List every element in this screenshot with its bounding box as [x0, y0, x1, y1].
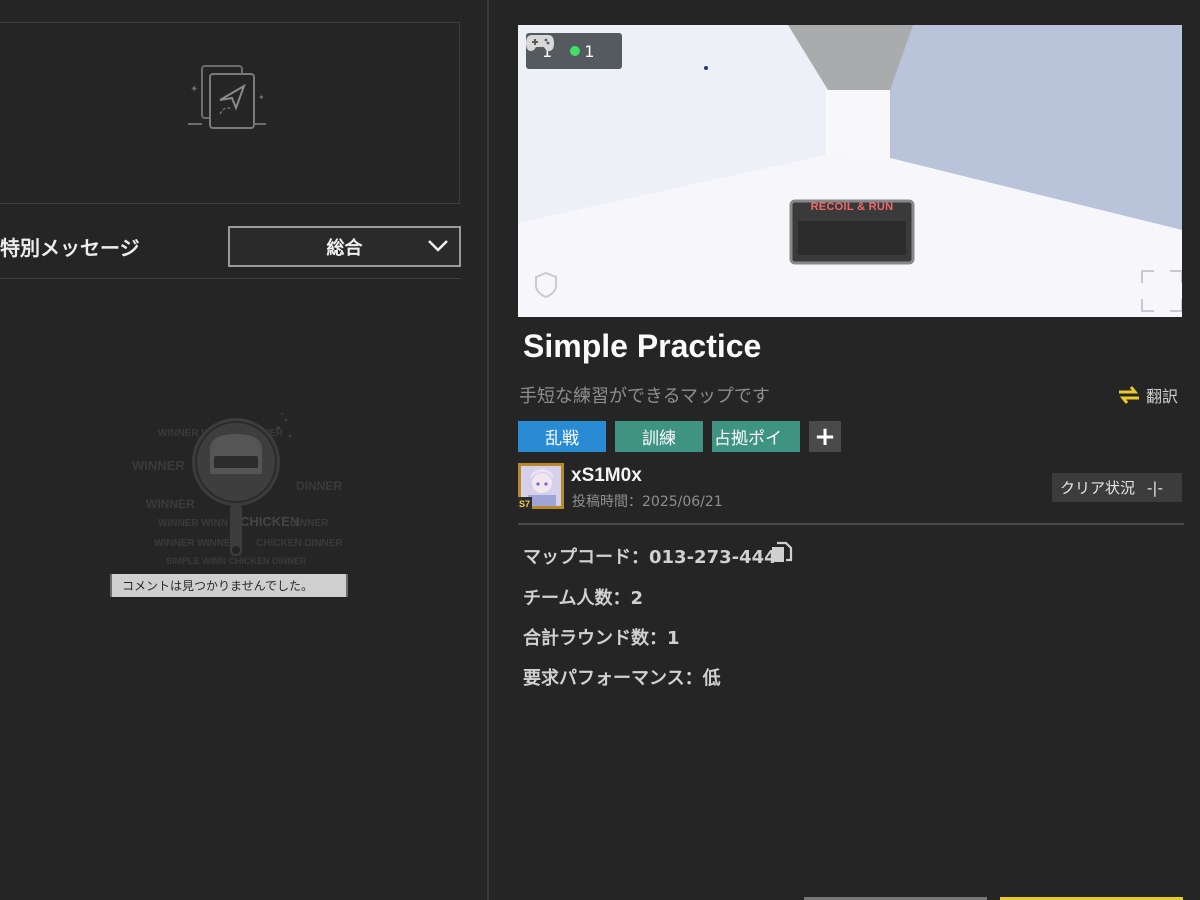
map-code: マップコード：013-273-444: [523, 547, 777, 568]
online-count: 1: [584, 41, 595, 61]
tag-chaos[interactable]: 乱戦: [518, 421, 606, 452]
left-divider: [0, 278, 461, 279]
clear-status-label: クリア状況: [1060, 479, 1136, 497]
add-tag-button[interactable]: +: [809, 421, 841, 452]
total-rounds: 合計ラウンド数：1: [523, 628, 680, 649]
filter-selected-value: 総合: [326, 237, 363, 259]
translate-label: 翻訳: [1146, 387, 1179, 406]
svg-text:✦: ✦: [190, 84, 198, 95]
info-divider: [518, 523, 1184, 525]
clear-status-value: -|-: [1147, 478, 1163, 497]
gamepad-icon: [526, 35, 554, 51]
paper-plane-card-icon: ✦ ✦: [188, 65, 266, 129]
map-title: Simple Practice: [523, 328, 762, 364]
season-badge: S7: [519, 499, 530, 509]
filter-dropdown[interactable]: 総合: [228, 226, 461, 267]
illustration-word-winner: WINNER: [132, 458, 185, 473]
author-avatar[interactable]: S7: [518, 463, 564, 509]
special-message-label: 特別メッセージ: [0, 236, 140, 260]
svg-text:SIMPLE WINN CHICKEN DINNER: SIMPLE WINN CHICKEN DINNER: [166, 556, 307, 566]
svg-text:DINNER: DINNER: [290, 518, 329, 529]
winner-chicken-pan-illustration: WINNER WINNER DINNER WINNER WINNER CHICK…: [132, 413, 343, 566]
author-name[interactable]: xS1M0x: [571, 465, 642, 487]
performance-requirement: 要求パフォーマンス：低: [523, 668, 721, 689]
online-dot-icon: [570, 46, 581, 56]
clear-status-button[interactable]: クリア状況 -|-: [1052, 473, 1182, 502]
no-comments-message: コメントは見つかりませんでした。: [110, 574, 348, 597]
post-time: 投稿時間：2025/06/21: [572, 494, 723, 510]
illustration-word-winner-2: WINNER: [146, 497, 195, 511]
chevron-down-icon: [428, 240, 448, 252]
tag-training[interactable]: 訓練: [615, 421, 703, 452]
translate-button[interactable]: 翻訳: [1116, 383, 1178, 407]
svg-text:WINNER WINN: WINNER WINN: [158, 518, 228, 529]
map-preview[interactable]: 1 1 RECOIL & RUN: [518, 25, 1182, 317]
svg-text:✦: ✦: [258, 93, 265, 102]
player-count-badge: 1 1: [526, 33, 622, 69]
preview-sign-text: RECOIL & RUN: [810, 201, 894, 213]
panel-divider: [487, 0, 489, 900]
map-description: 手短な練習ができるマップです: [519, 386, 770, 407]
team-size: チーム人数：2: [523, 588, 643, 609]
tag-list: 乱戦 訓練 占拠ポイ +: [518, 421, 850, 452]
translate-arrows-icon: [1119, 386, 1139, 404]
copy-icon[interactable]: [769, 541, 793, 565]
svg-text:CHICKEN DINNER: CHICKEN DINNER: [256, 538, 343, 549]
tag-capture-point[interactable]: 占拠ポイ: [712, 421, 800, 452]
illustration-word-dinner: DINNER: [296, 479, 342, 493]
svg-text:WINNER WINNER: WINNER WINNER: [154, 538, 239, 549]
